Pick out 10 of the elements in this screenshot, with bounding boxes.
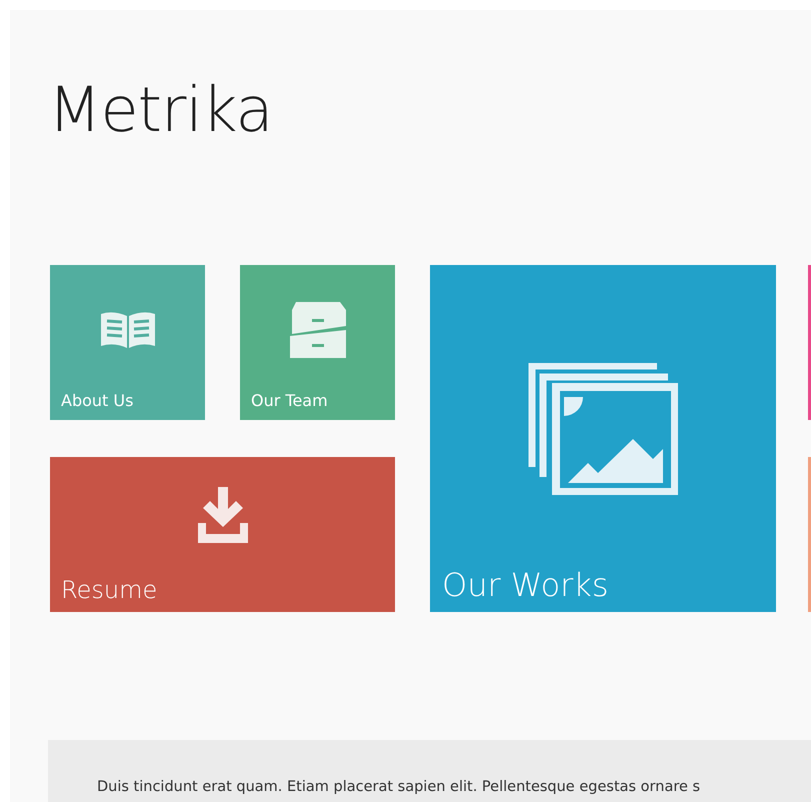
menu-tile[interactable]: About Us <box>50 265 205 420</box>
photo-gallery-icon <box>528 362 678 495</box>
menu-tile[interactable]: Our Team <box>240 265 395 420</box>
intro-text: Duis tincidunt erat quam. Etiam placerat sapien elit. Pellentesque egestas ornare s <box>97 779 700 796</box>
menu-tile[interactable]: Our Works <box>430 265 776 612</box>
menu-tile[interactable]: Resume <box>50 457 395 612</box>
site-title: Metrika <box>48 76 274 144</box>
download-icon <box>198 486 248 543</box>
open-book-icon <box>98 310 156 350</box>
drawer-cabinet-icon <box>290 302 346 358</box>
